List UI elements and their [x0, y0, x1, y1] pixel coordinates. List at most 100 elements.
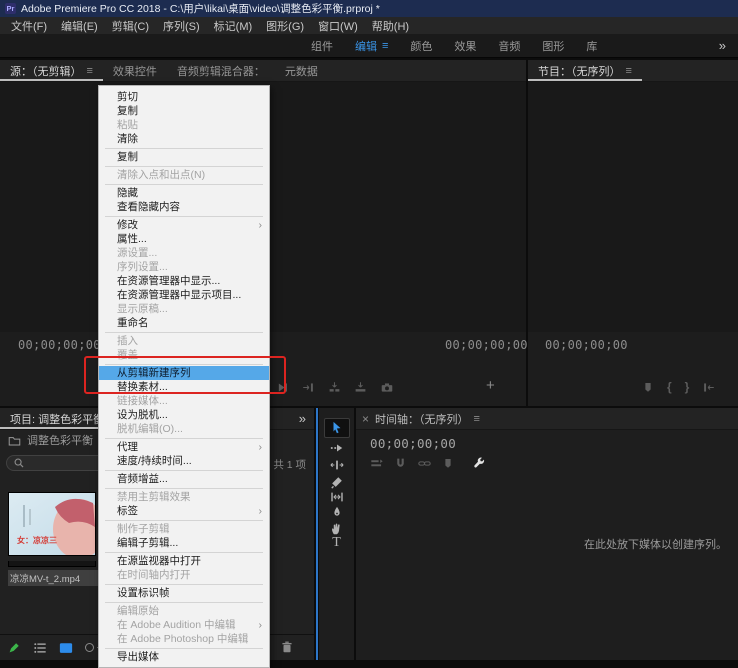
workspace-tab[interactable]: 编辑≡ — [344, 34, 399, 57]
panel-menu-icon[interactable]: ≡ — [474, 413, 480, 425]
workspace-tab-label: 库 — [586, 38, 597, 54]
menu-item[interactable]: 设为脱机... — [99, 408, 269, 422]
track-select-forward-tool[interactable] — [325, 439, 349, 457]
workspace-tab[interactable]: 图形 — [531, 34, 575, 57]
tab-panel[interactable]: 元数据 — [275, 60, 328, 81]
menu-item[interactable]: 属性... — [99, 232, 269, 246]
menu-separator — [105, 364, 263, 365]
mark-out-icon[interactable]: } — [685, 380, 690, 394]
workspace-tab[interactable]: 库 — [575, 34, 608, 57]
panel-overflow-icon[interactable]: » — [299, 408, 314, 429]
menubar-item[interactable]: 文件(F) — [4, 18, 54, 34]
source-position-timecode[interactable]: 00;00;00;00 — [18, 338, 101, 352]
close-panel-icon[interactable]: × — [356, 408, 373, 429]
workspace-tab-label: 颜色 — [410, 38, 432, 54]
icon-view-icon[interactable] — [59, 641, 73, 655]
menu-item[interactable]: 复制 — [99, 150, 269, 164]
menu-item[interactable]: 剪切 — [99, 90, 269, 104]
program-position-timecode[interactable]: 00;00;00;00 — [545, 338, 628, 352]
menu-item[interactable]: 重命名 — [99, 316, 269, 330]
menu-item[interactable]: 从剪辑新建序列 — [99, 366, 269, 380]
menu-item: 在时间轴内打开 — [99, 568, 269, 582]
add-marker-icon[interactable] — [642, 381, 654, 394]
menu-item[interactable]: 在源监视器中打开 — [99, 554, 269, 568]
timeline-panel: × 时间轴：（无序列） ≡ 00;00;00;00 在此处放下媒体以创建序列。 — [356, 408, 738, 660]
menubar-item[interactable]: 窗口(W) — [311, 18, 365, 34]
tab-source-monitor[interactable]: 源：（无剪辑）≡ — [0, 60, 103, 81]
item-count-label: 共 1 项 — [273, 457, 306, 472]
go-to-out-icon[interactable] — [302, 381, 315, 394]
overwrite-icon[interactable] — [354, 381, 367, 394]
menu-item[interactable]: 查看隐藏内容 — [99, 200, 269, 214]
menu-item[interactable]: 清除 — [99, 132, 269, 146]
panel-menu-icon[interactable]: ≡ — [626, 65, 632, 77]
workspace-tab[interactable]: 组件 — [300, 34, 344, 57]
workspace-tab-label: 组件 — [311, 38, 333, 54]
timeline-toolbar — [370, 456, 486, 470]
insert-icon[interactable] — [328, 381, 341, 394]
nest-sequence-icon[interactable] — [370, 457, 384, 470]
menubar-item[interactable]: 图形(G) — [259, 18, 311, 34]
menubar-item[interactable]: 帮助(H) — [365, 18, 416, 34]
workspace-tab[interactable]: 音频 — [487, 34, 531, 57]
tab-timeline[interactable]: 时间轴：（无序列） ≡ — [373, 408, 490, 429]
menu-item[interactable]: 修改› — [99, 218, 269, 232]
tab-program-monitor[interactable]: 节目：（无序列） ≡ — [528, 60, 642, 81]
menu-item[interactable]: 替换素材... — [99, 380, 269, 394]
tab-panel[interactable]: 效果控件 — [103, 60, 167, 81]
menubar-item[interactable]: 标记(M) — [207, 18, 260, 34]
timeline-position-timecode[interactable]: 00;00;00;00 — [370, 436, 456, 451]
project-tab-label: 项目: 调整色彩平衡 — [10, 411, 104, 427]
menu-item[interactable]: 速度/持续时间... — [99, 454, 269, 468]
menu-item: 覆盖 — [99, 348, 269, 362]
menu-item: 在 Adobe Photoshop 中编辑 — [99, 632, 269, 646]
program-monitor-body: 00;00;00;00 { } — [528, 82, 738, 406]
workspace-tab[interactable]: 效果 — [443, 34, 487, 57]
panel-menu-icon[interactable]: ≡ — [87, 65, 93, 77]
project-writable-icon — [8, 641, 21, 654]
thumb-lyric-text: 女：凉凉三 — [17, 535, 57, 545]
menu-item[interactable]: 复制 — [99, 104, 269, 118]
menu-item[interactable]: 音频增益... — [99, 472, 269, 486]
add-marker-icon[interactable] — [442, 457, 454, 470]
selection-tool[interactable] — [324, 418, 350, 438]
go-to-in-icon[interactable] — [702, 381, 715, 394]
menu-item[interactable]: 在资源管理器中显示... — [99, 274, 269, 288]
menu-item: 脱机编辑(O)... — [99, 422, 269, 436]
mark-in-icon[interactable]: { — [667, 380, 672, 394]
program-transport-controls: { } — [642, 379, 715, 395]
trash-icon[interactable] — [280, 640, 294, 654]
timeline-drop-hint: 在此处放下媒体以创建序列。 — [584, 536, 727, 552]
ripple-edit-tool[interactable] — [325, 456, 349, 474]
menu-item: 编辑原始 — [99, 604, 269, 618]
timeline-settings-icon[interactable] — [472, 456, 486, 470]
project-bin-icon — [8, 434, 21, 447]
menu-item[interactable]: 代理› — [99, 440, 269, 454]
tab-project[interactable]: 项目: 调整色彩平衡 — [0, 408, 114, 429]
tab-panel[interactable]: 音频剪辑混合器： — [167, 60, 275, 81]
snap-icon[interactable] — [394, 457, 407, 470]
menu-item[interactable]: 设置标识帧 — [99, 586, 269, 600]
workspace-overflow-icon[interactable]: » — [719, 38, 738, 53]
step-forward-icon[interactable] — [276, 381, 289, 394]
tab-label: 元数据 — [285, 63, 318, 79]
linked-selection-icon[interactable] — [417, 457, 432, 470]
workspace-tab[interactable]: 颜色 — [399, 34, 443, 57]
menu-item[interactable]: 导出媒体 — [99, 650, 269, 664]
menubar-item[interactable]: 序列(S) — [156, 18, 207, 34]
clip-item[interactable]: 女：凉凉三 凉凉MV-t_2.mp4 — [8, 492, 100, 586]
clip-scrubber[interactable] — [8, 561, 96, 567]
menu-item[interactable]: 标签› — [99, 504, 269, 518]
button-editor-add-icon[interactable]: + — [486, 377, 495, 394]
clip-thumbnail[interactable]: 女：凉凉三 — [8, 492, 96, 556]
menu-item[interactable]: 在资源管理器中显示项目... — [99, 288, 269, 302]
menu-item[interactable]: 隐藏 — [99, 186, 269, 200]
menu-item[interactable]: 编辑子剪辑... — [99, 536, 269, 550]
menubar-item[interactable]: 剪辑(C) — [105, 18, 156, 34]
list-view-icon[interactable] — [33, 641, 47, 655]
clip-name-label[interactable]: 凉凉MV-t_2.mp4 — [8, 570, 100, 586]
export-frame-icon[interactable] — [380, 381, 394, 394]
menubar-item[interactable]: 编辑(E) — [54, 18, 105, 34]
type-tool[interactable]: T — [325, 534, 349, 552]
workspace-menu-icon[interactable]: ≡ — [382, 40, 388, 52]
